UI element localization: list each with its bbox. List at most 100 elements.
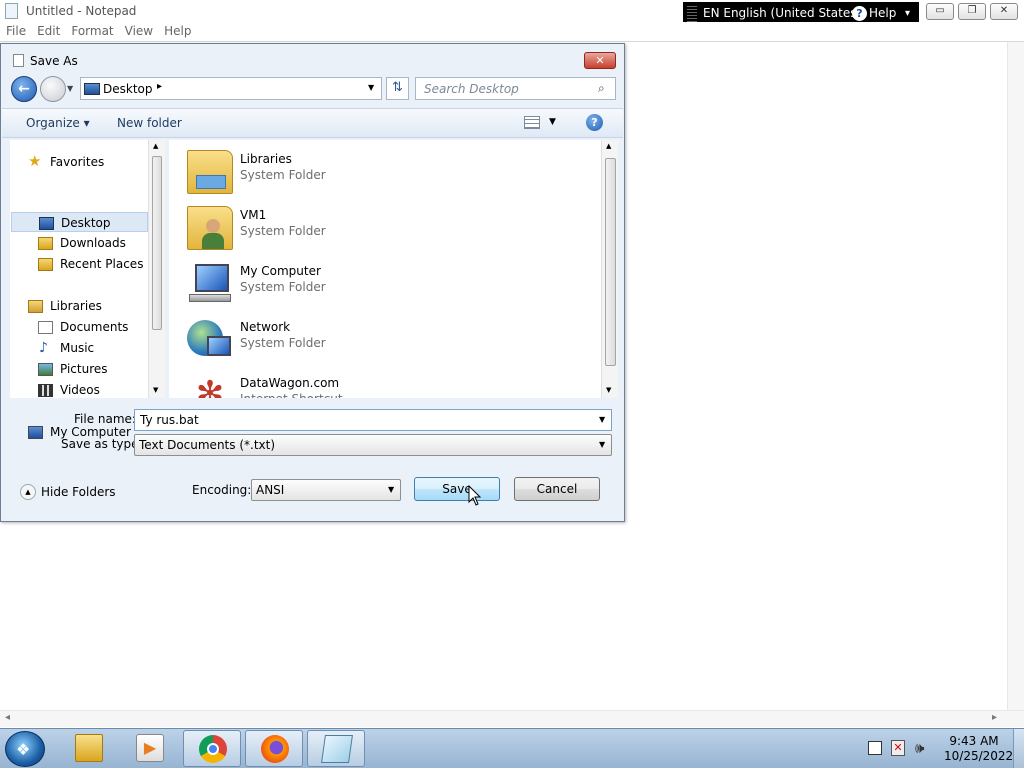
show-desktop-button[interactable]	[1013, 729, 1024, 768]
breadcrumb-chevron-icon[interactable]: ▸	[157, 81, 162, 92]
recent-pages-dropdown-icon[interactable]: ▼	[67, 84, 73, 93]
scroll-up-icon[interactable]: ▲	[153, 142, 158, 150]
save-as-type-dropdown-icon[interactable]: ▼	[599, 440, 605, 449]
file-name-dropdown-icon[interactable]: ▼	[599, 415, 605, 424]
notepad-menu-bar: File Edit Format View Help	[0, 22, 1024, 41]
taskbar: ❖ ▶ ✕ 🕪 9:43 AM 10/25/2022	[0, 728, 1024, 768]
help-icon[interactable]: ?	[852, 6, 867, 21]
collapse-icon[interactable]: ▲	[20, 484, 36, 500]
taskbar-chrome-button[interactable]	[183, 730, 241, 767]
file-item-vm1[interactable]: VM1 System Folder	[187, 202, 487, 254]
nav-item-label: Music	[60, 341, 95, 355]
save-as-type-select[interactable]: Text Documents (*.txt) ▼	[134, 434, 612, 456]
dialog-close-button[interactable]: ✕	[584, 52, 616, 69]
start-button[interactable]: ❖	[5, 731, 45, 767]
language-bar-options-icon[interactable]: ▾	[905, 8, 910, 19]
language-bar-help[interactable]: Help	[869, 6, 896, 20]
volume-icon[interactable]: 🕪	[915, 739, 924, 757]
hide-folders-label[interactable]: Hide Folders	[41, 485, 116, 499]
notepad-icon	[321, 735, 353, 763]
scroll-down-icon[interactable]: ▼	[606, 386, 611, 394]
pictures-icon	[38, 363, 53, 376]
action-center-icon[interactable]	[868, 741, 882, 755]
nav-item-label: Libraries	[50, 299, 102, 313]
nav-item-label: Favorites	[50, 155, 105, 169]
file-list-scrollbar[interactable]: ▲ ▼	[601, 140, 618, 398]
scrollbar-thumb[interactable]	[605, 158, 616, 366]
command-bar: Organize ▾ New folder ▼ ?	[2, 108, 623, 138]
encoding-select[interactable]: ANSI ▼	[251, 479, 401, 501]
taskbar-firefox-button[interactable]	[245, 730, 303, 767]
refresh-icon[interactable]: ⇅	[386, 77, 409, 100]
encoding-dropdown-icon[interactable]: ▼	[388, 485, 394, 494]
taskbar-explorer-button[interactable]	[60, 730, 118, 767]
scroll-left-icon[interactable]: ◂	[5, 712, 10, 723]
grip-handle[interactable]	[687, 6, 697, 22]
file-item-libraries[interactable]: Libraries System Folder	[187, 146, 487, 198]
organize-button[interactable]: Organize ▾	[26, 116, 90, 130]
maximize-button[interactable]: ❐	[958, 3, 986, 20]
forward-arrow-icon[interactable]	[40, 76, 66, 102]
file-type: System Folder	[240, 168, 326, 182]
clock-time: 9:43 AM	[949, 734, 999, 748]
windows-logo-icon: ❖	[16, 740, 31, 759]
view-options-dropdown-icon[interactable]: ▼	[549, 117, 556, 127]
scrollbar-thumb[interactable]	[152, 156, 162, 330]
libraries-folder-icon	[187, 150, 233, 194]
computer-icon	[187, 262, 233, 306]
file-name-value[interactable]: Ty rus.bat	[140, 413, 199, 427]
user-folder-icon	[187, 206, 233, 250]
cancel-button[interactable]: Cancel	[514, 477, 600, 501]
change-view-icon[interactable]	[524, 116, 540, 129]
file-item-my-computer[interactable]: My Computer System Folder	[187, 258, 487, 310]
address-location[interactable]: Desktop	[103, 82, 153, 96]
taskbar-notepad-button[interactable]	[307, 730, 365, 767]
nav-pane-scrollbar[interactable]: ▲ ▼	[148, 140, 165, 398]
save-button[interactable]: Save	[414, 477, 500, 501]
menu-edit[interactable]: Edit	[31, 22, 65, 38]
address-dropdown-icon[interactable]: ▼	[368, 83, 374, 92]
notepad-icon	[5, 3, 18, 19]
file-name: My Computer	[240, 264, 321, 278]
nav-item-label: Desktop	[61, 216, 111, 230]
notepad-vertical-scrollbar[interactable]	[1007, 42, 1024, 710]
encoding-value[interactable]: ANSI	[256, 483, 284, 497]
desktop-icon	[84, 83, 100, 95]
notepad-horizontal-scrollbar[interactable]: ◂ ▸	[0, 710, 1024, 727]
menu-file[interactable]: File	[0, 22, 31, 38]
search-input[interactable]: Search Desktop	[424, 82, 519, 96]
dialog-title-bar: Save As	[1, 44, 624, 74]
address-bar[interactable]: Desktop ▸ ▼	[80, 77, 382, 100]
clock[interactable]: 9:43 AM 10/25/2022	[944, 734, 1013, 764]
file-name-input[interactable]: Ty rus.bat ▼	[134, 409, 612, 431]
file-item-datawagon[interactable]: ✻ DataWagon.com Internet Shortcut	[187, 370, 487, 398]
nav-item-desktop[interactable]: Desktop	[11, 212, 148, 232]
close-button[interactable]: ✕	[990, 3, 1018, 20]
navigation-pane: ★ Favorites Desktop Downloads Recent Pla…	[10, 140, 165, 439]
save-as-type-value[interactable]: Text Documents (*.txt)	[139, 438, 275, 452]
scroll-up-icon[interactable]: ▲	[606, 142, 611, 150]
minimize-button[interactable]: ▭	[926, 3, 954, 20]
language-indicator[interactable]: EN English (United States)	[703, 6, 861, 20]
document-icon	[13, 54, 24, 67]
scroll-right-icon[interactable]: ▸	[992, 712, 997, 723]
back-arrow-icon[interactable]: ←	[11, 76, 37, 102]
encoding-label: Encoding:	[192, 483, 252, 497]
file-item-network[interactable]: Network System Folder	[187, 314, 487, 366]
file-type: System Folder	[240, 336, 326, 350]
new-folder-button[interactable]: New folder	[117, 116, 182, 130]
menu-view[interactable]: View	[119, 22, 158, 38]
videos-icon	[38, 384, 53, 397]
firefox-icon	[261, 735, 289, 763]
file-name: DataWagon.com	[240, 376, 340, 390]
help-icon[interactable]: ?	[586, 114, 603, 131]
search-box[interactable]: Search Desktop ⌕	[415, 77, 616, 100]
file-list: Libraries System Folder VM1 System Folde…	[169, 140, 617, 398]
file-type: System Folder	[240, 280, 326, 294]
menu-help[interactable]: Help	[158, 22, 196, 38]
menu-format[interactable]: Format	[65, 22, 118, 38]
network-disconnected-icon[interactable]: ✕	[891, 740, 905, 756]
scroll-down-icon[interactable]: ▼	[153, 386, 158, 394]
taskbar-media-player-button[interactable]: ▶	[121, 730, 179, 767]
search-icon[interactable]: ⌕	[598, 81, 605, 96]
